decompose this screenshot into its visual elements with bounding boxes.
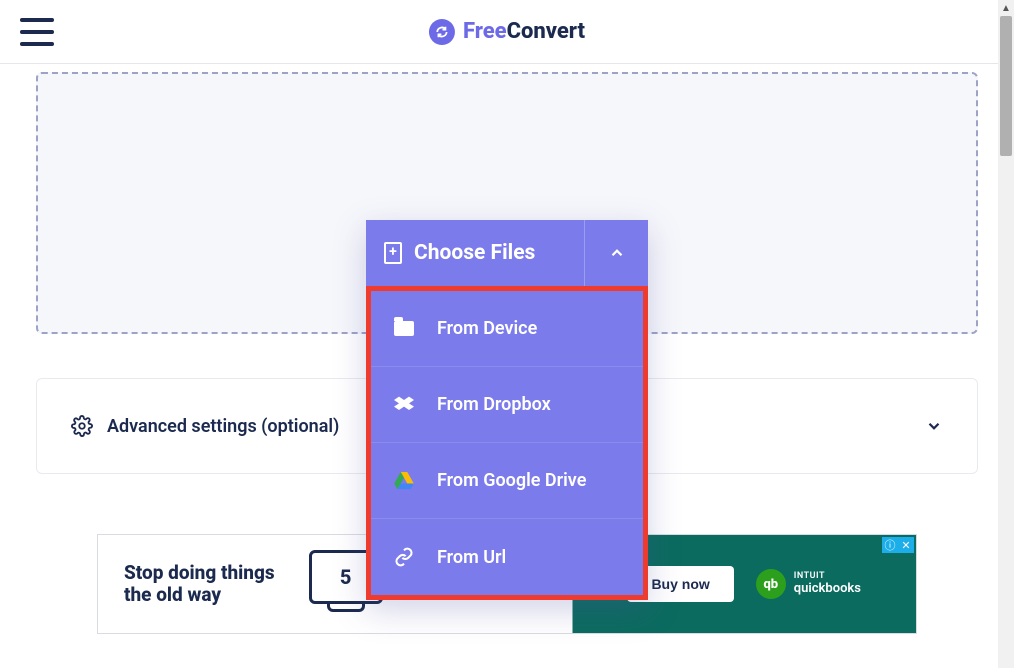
ad-close-icon[interactable]: ✕ [898, 537, 914, 553]
menu-button[interactable] [20, 18, 54, 46]
advanced-settings-label: Advanced settings (optional) [107, 416, 339, 437]
choose-files-group: Choose Files From Device From Dropbox [366, 220, 648, 600]
scrollbar-thumb[interactable] [1000, 16, 1012, 156]
chevron-up-icon [608, 244, 626, 262]
dropbox-icon [393, 396, 415, 414]
ad-controls: ⓘ ✕ [882, 537, 914, 553]
choose-files-button-row: Choose Files [366, 220, 648, 286]
from-url-label: From Url [437, 547, 506, 568]
choose-files-label: Choose Files [414, 241, 535, 265]
quickbooks-brand: qb INTUIT quickbooks [756, 569, 861, 599]
logo-text-convert: Convert [507, 19, 585, 44]
file-source-dropdown: From Device From Dropbox [366, 286, 648, 600]
from-google-drive-item[interactable]: From Google Drive [371, 443, 643, 519]
app-logo[interactable]: FreeConvert [429, 19, 585, 45]
file-add-icon [384, 242, 402, 264]
chevron-down-icon [925, 417, 943, 435]
from-dropbox-item[interactable]: From Dropbox [371, 367, 643, 443]
folder-icon [393, 321, 415, 336]
gear-icon [71, 415, 93, 437]
ad-info-icon[interactable]: ⓘ [882, 537, 898, 553]
refresh-icon [429, 19, 455, 45]
choose-files-button[interactable]: Choose Files [366, 220, 584, 286]
from-google-drive-label: From Google Drive [437, 470, 586, 491]
quickbooks-icon: qb [756, 569, 786, 599]
link-icon [393, 547, 415, 567]
from-device-item[interactable]: From Device [371, 291, 643, 367]
from-url-item[interactable]: From Url [371, 519, 643, 595]
app-header: FreeConvert [0, 0, 1014, 64]
scroll-up-arrow-icon[interactable]: ▲ [998, 0, 1014, 16]
vertical-scrollbar[interactable]: ▲ [998, 0, 1014, 668]
from-dropbox-label: From Dropbox [437, 394, 551, 415]
ad-headline: Stop doing things the old way [124, 562, 275, 606]
logo-text-free: Free [463, 19, 507, 44]
choose-files-dropdown-toggle[interactable] [584, 220, 648, 286]
from-device-label: From Device [437, 318, 537, 339]
google-drive-icon [393, 472, 415, 490]
main-content: Choose Files From Device From Dropbox [0, 72, 1014, 634]
